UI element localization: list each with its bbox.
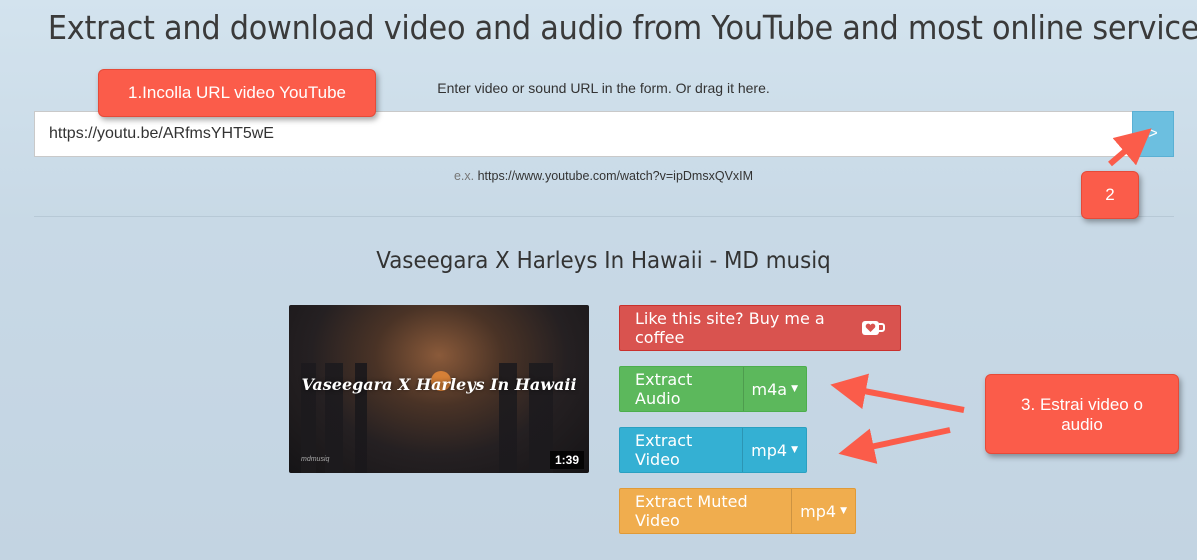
audio-format-dropdown[interactable]: m4a ▼ [742, 367, 807, 411]
url-input[interactable] [34, 111, 1132, 157]
caret-down-icon: ▼ [791, 445, 798, 455]
extract-audio-button[interactable]: Extract Audio m4a ▼ [619, 366, 807, 412]
extract-muted-video-button[interactable]: Extract Muted Video mp4 ▼ [619, 488, 856, 534]
page-title: Extract and download video and audio fro… [47, 8, 1197, 47]
buy-coffee-button[interactable]: Like this site? Buy me a coffee [619, 305, 901, 351]
video-format-value: mp4 [751, 440, 788, 460]
callout-step-2: 2 [1081, 171, 1139, 219]
thumbnail-text: Vaseegara X Harleys In Hawaii [301, 375, 577, 394]
coffee-cup-heart-icon [861, 320, 885, 336]
video-title: Vaseegara X Harleys In Hawaii - MD musiq [376, 248, 831, 274]
audio-format-value: m4a [751, 379, 788, 399]
extract-video-button[interactable]: Extract Video mp4 ▼ [619, 427, 807, 473]
video-duration: 1:39 [549, 451, 584, 469]
caret-down-icon: ▼ [791, 384, 798, 394]
callout-step-1: 1.Incolla URL video YouTube [98, 69, 376, 117]
extract-muted-video-label[interactable]: Extract Muted Video [620, 489, 791, 533]
example-url: e.x. https://www.youtube.com/watch?v=ipD… [0, 169, 1197, 183]
example-prefix: e.x. [453, 169, 475, 183]
thumbnail-watermark: mdmusiq [301, 456, 330, 463]
url-form: > [34, 111, 1174, 157]
submit-button[interactable]: > [1132, 111, 1174, 157]
extract-audio-label[interactable]: Extract Audio [620, 367, 743, 411]
caret-down-icon: ▼ [840, 506, 847, 516]
muted-format-value: mp4 [800, 501, 837, 521]
callout-step-3-line2: audio [1061, 415, 1103, 434]
callout-step-3-line1: 3. Estrai video o [1021, 395, 1143, 414]
example-link[interactable]: https://www.youtube.com/watch?v=ipDmsxQV… [478, 169, 753, 183]
coffee-text: Like this site? Buy me a coffee [635, 309, 825, 347]
coffee-label: Like this site? Buy me a coffee [620, 306, 900, 350]
extract-video-label[interactable]: Extract Video [620, 428, 742, 472]
callout-step-3: 3. Estrai video o audio [985, 374, 1179, 454]
video-format-dropdown[interactable]: mp4 ▼ [742, 428, 806, 472]
video-thumbnail[interactable]: Vaseegara X Harleys In Hawaii mdmusiq 1:… [289, 305, 589, 473]
divider [34, 216, 1174, 217]
muted-format-dropdown[interactable]: mp4 ▼ [791, 489, 855, 533]
arrow-to-audio [830, 373, 965, 413]
arrow-to-video [838, 427, 951, 464]
